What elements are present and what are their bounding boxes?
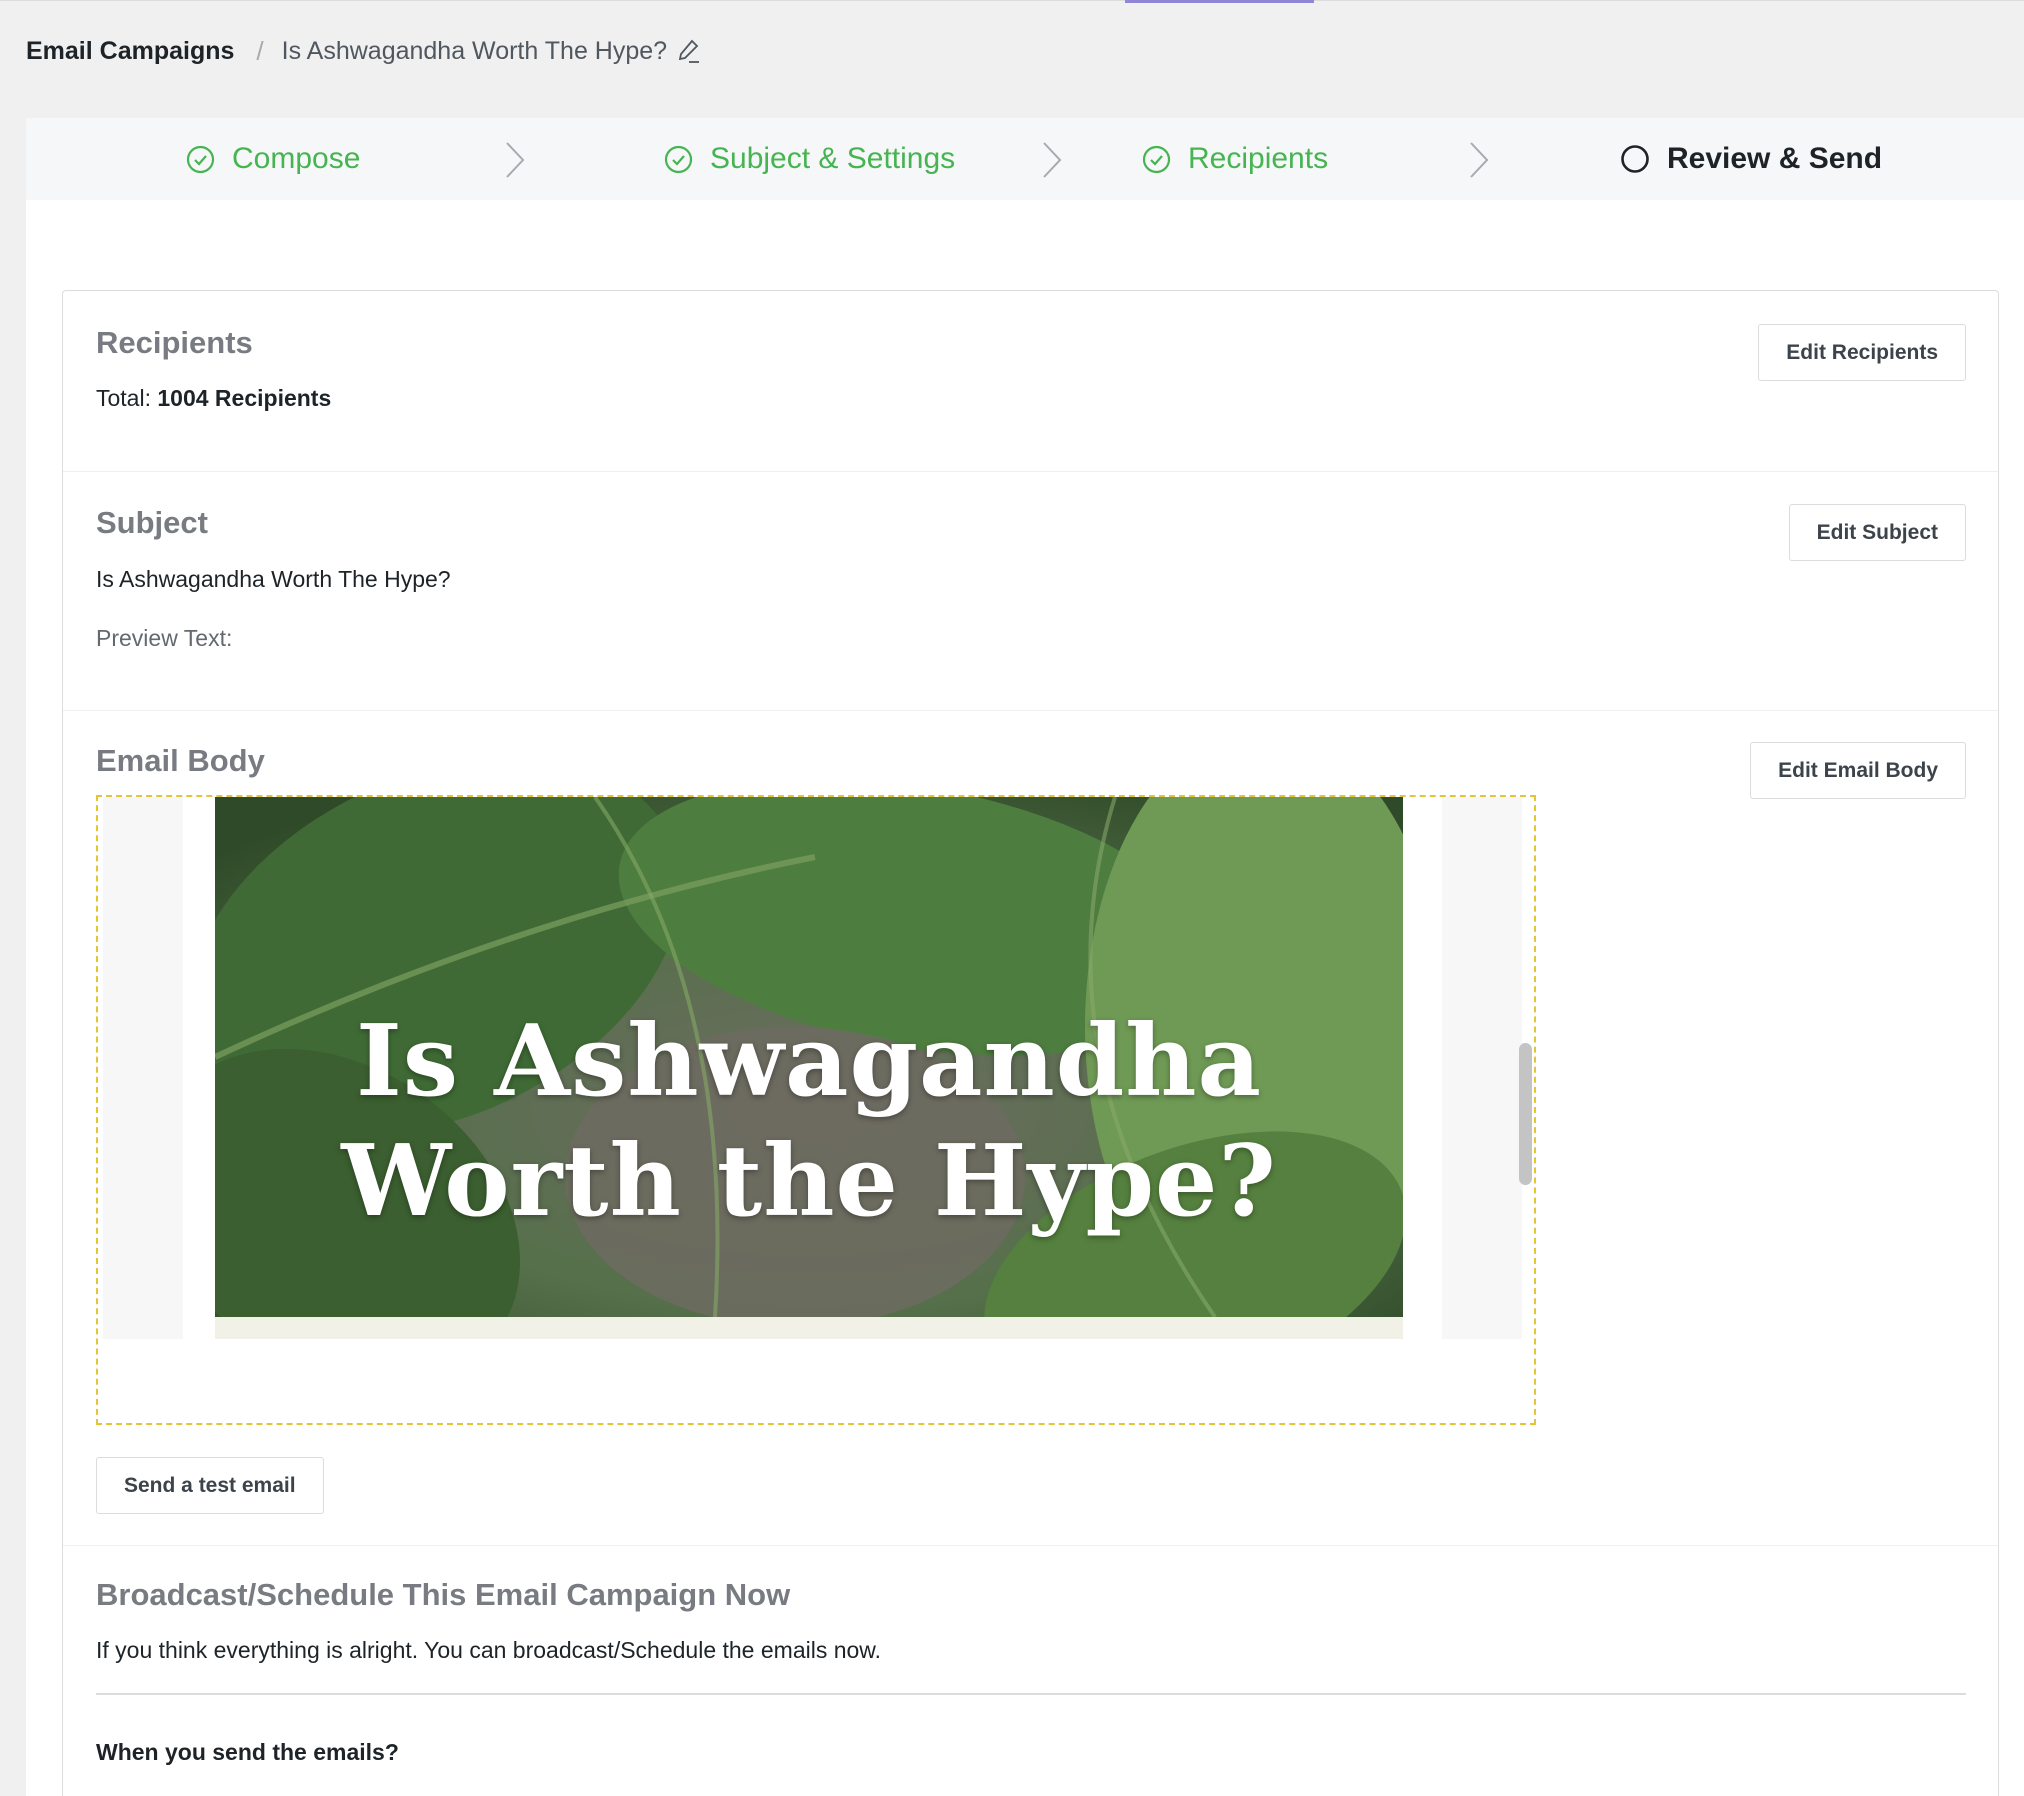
total-label: Total: xyxy=(96,385,151,411)
chevron-right-icon xyxy=(1470,142,1489,178)
pencil-icon[interactable] xyxy=(677,38,701,64)
subject-value: Is Ashwagandha Worth The Hype? xyxy=(96,566,451,592)
circle-icon xyxy=(1620,144,1650,174)
campaign-title: Is Ashwagandha Worth The Hype? xyxy=(281,36,668,65)
preview-scrollbar[interactable] xyxy=(1519,1043,1532,1185)
step-recipients[interactable]: Recipients xyxy=(1142,118,1328,200)
step-label: Review & Send xyxy=(1667,142,1883,175)
preview-side-bg xyxy=(1442,797,1522,1339)
hero-bottom-strip xyxy=(215,1317,1403,1339)
step-subject-settings[interactable]: Subject & Settings xyxy=(664,118,955,200)
chevron-right-icon xyxy=(506,142,525,178)
edit-subject-button[interactable]: Edit Subject xyxy=(1788,504,1966,561)
review-card: Recipients Total: 1004 Recipients Edit R… xyxy=(62,290,1999,1796)
step-label: Recipients xyxy=(1188,142,1329,175)
preview-side-bg xyxy=(103,797,183,1339)
top-border xyxy=(0,0,2024,1)
chevron-right-icon xyxy=(1043,142,1062,178)
check-circle-icon xyxy=(186,145,215,174)
hero-headline: Is Ashwagandha Worth the Hype? xyxy=(215,1002,1403,1242)
send-test-email-button[interactable]: Send a test email xyxy=(96,1457,324,1514)
active-menu-indicator xyxy=(1125,0,1314,3)
step-label: Subject & Settings xyxy=(710,142,956,175)
edit-email-body-button[interactable]: Edit Email Body xyxy=(1750,742,1966,799)
edit-recipients-button[interactable]: Edit Recipients xyxy=(1758,324,1966,381)
check-circle-icon xyxy=(1142,145,1171,174)
hero-line-2: Worth the Hype? xyxy=(341,1124,1277,1239)
recipients-heading: Recipients xyxy=(96,325,253,360)
hero-image: Is Ashwagandha Worth the Hype? xyxy=(215,797,1403,1317)
breadcrumb-separator: / xyxy=(256,35,264,66)
broadcast-description: If you think everything is alright. You … xyxy=(96,1637,882,1663)
subject-section: Subject Is Ashwagandha Worth The Hype? P… xyxy=(63,472,1998,711)
step-review-send[interactable]: Review & Send xyxy=(1620,118,1882,200)
hero-line-1: Is Ashwagandha xyxy=(355,1004,1262,1119)
email-preview-frame[interactable]: Is Ashwagandha Worth the Hype? xyxy=(96,795,1536,1425)
total-value: 1004 Recipients xyxy=(157,385,332,411)
preview-text-label: Preview Text: xyxy=(96,625,233,651)
broadcast-heading: Broadcast/Schedule This Email Campaign N… xyxy=(96,1577,791,1612)
send-timing-question: When you send the emails? xyxy=(96,1739,399,1765)
recipients-total: Total: 1004 Recipients xyxy=(96,385,331,412)
section-divider xyxy=(96,1693,1966,1695)
subject-heading: Subject xyxy=(96,505,208,540)
recipients-section: Recipients Total: 1004 Recipients Edit R… xyxy=(63,291,1998,472)
step-label: Compose xyxy=(232,142,361,175)
breadcrumb-root-link[interactable]: Email Campaigns xyxy=(26,37,234,66)
email-body-heading: Email Body xyxy=(96,743,265,778)
step-compose[interactable]: Compose xyxy=(186,118,360,200)
wizard-steps: Compose Subject & Settings Recipients Re… xyxy=(26,118,2024,200)
check-circle-icon xyxy=(664,145,693,174)
breadcrumb: Email Campaigns / Is Ashwagandha Worth T… xyxy=(26,34,701,68)
